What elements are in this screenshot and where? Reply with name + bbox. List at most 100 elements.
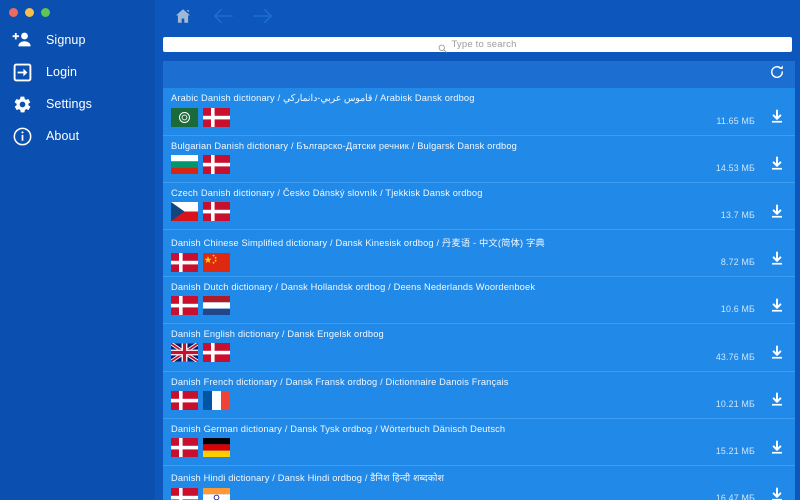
close-button[interactable] [9, 7, 18, 17]
download-icon [769, 439, 785, 461]
sidebar-item-about[interactable]: About [0, 120, 155, 152]
download-button[interactable] [767, 392, 787, 413]
row-flags [171, 296, 795, 316]
table-row[interactable]: Danish German dictionary / Dansk Tysk or… [163, 417, 795, 465]
flag-czech [171, 201, 198, 221]
minimize-button[interactable] [25, 7, 34, 17]
row-title: Czech Danish dictionary / Česko Dánský s… [171, 187, 483, 198]
dictionary-list: Arabic Danish dictionary / قاموس عربي-دا… [163, 87, 795, 500]
row-size: 15.21 MБ [715, 446, 755, 457]
row-flags [171, 343, 795, 363]
table-row[interactable]: Danish French dictionary / Dansk Fransk … [163, 370, 795, 418]
row-size: 13.7 MБ [720, 210, 755, 221]
flag-denmark [203, 343, 230, 363]
panel-header [163, 60, 795, 88]
flag-denmark [171, 296, 198, 316]
flag-denmark [171, 253, 198, 273]
download-icon [769, 487, 785, 500]
flag-netherlands [203, 296, 230, 316]
download-button[interactable] [767, 109, 787, 130]
row-size: 43.76 MБ [715, 351, 755, 362]
row-flags [171, 390, 795, 410]
sidebar-nav: Signup Login Settings About [0, 24, 155, 152]
row-size: 10.21 MБ [715, 398, 755, 409]
sidebar-item-settings[interactable]: Settings [0, 88, 155, 120]
refresh-icon [769, 64, 785, 85]
sidebar-item-label: Signup [46, 33, 86, 47]
flag-france [203, 390, 230, 410]
row-flags [171, 253, 795, 273]
table-row[interactable]: Danish Chinese Simplified dictionary / D… [163, 229, 795, 276]
row-size: 14.53 MБ [715, 162, 755, 173]
flag-uk [171, 343, 198, 363]
row-title: Bulgarian Danish dictionary / Българско-… [171, 140, 517, 151]
flag-bulgaria [171, 154, 198, 174]
search-placeholder: Type to search [451, 38, 517, 50]
flag-denmark [171, 488, 198, 500]
home-icon [174, 7, 192, 30]
download-button[interactable] [767, 345, 787, 366]
row-size: 11.65 MБ [716, 115, 755, 126]
download-icon [769, 345, 785, 366]
navigation-toolbar [155, 0, 800, 32]
row-size: 8.72 MБ [720, 257, 755, 268]
sidebar: Signup Login Settings About [0, 0, 155, 500]
download-button[interactable] [767, 156, 787, 177]
row-title: Danish French dictionary / Dansk Fransk … [171, 376, 509, 387]
person-add-icon [12, 30, 32, 50]
zoom-button[interactable] [41, 7, 50, 17]
download-button[interactable] [767, 204, 787, 224]
sidebar-item-signup[interactable]: Signup [0, 24, 155, 56]
flag-arab-league [171, 107, 198, 127]
sidebar-item-login[interactable]: Login [0, 56, 155, 88]
app-window: Signup Login Settings About Type to sear… [0, 0, 800, 500]
download-button[interactable] [767, 251, 787, 271]
main-area: Type to search Arabic Danish dictionary … [155, 0, 800, 500]
flag-denmark [171, 390, 198, 410]
flag-denmark [203, 154, 230, 174]
table-row[interactable]: Bulgarian Danish dictionary / Българско-… [163, 134, 795, 182]
refresh-button[interactable] [768, 65, 786, 83]
row-title: Arabic Danish dictionary / قاموس عربي-دا… [171, 92, 475, 103]
table-row[interactable]: Danish Hindi dictionary / Dansk Hindi or… [163, 465, 795, 500]
window-controls [0, 0, 155, 18]
download-button[interactable] [767, 487, 787, 500]
row-title: Danish Dutch dictionary / Dansk Hollands… [171, 282, 536, 293]
download-button[interactable] [767, 298, 787, 318]
row-title: Danish Chinese Simplified dictionary / D… [171, 238, 545, 249]
table-row[interactable]: Danish English dictionary / Dansk Engels… [163, 323, 795, 370]
sidebar-item-label: Login [46, 65, 78, 79]
row-title: Danish English dictionary / Dansk Engels… [171, 329, 384, 340]
flag-denmark [203, 107, 230, 127]
forward-button[interactable] [251, 6, 275, 30]
row-flags [171, 154, 795, 174]
row-flags [171, 488, 795, 500]
table-row[interactable]: Danish Dutch dictionary / Dansk Hollands… [163, 276, 795, 323]
flag-denmark [203, 201, 230, 221]
info-circle-icon [12, 126, 32, 146]
table-row[interactable]: Arabic Danish dictionary / قاموس عربي-دا… [163, 88, 795, 135]
sidebar-item-label: About [46, 129, 80, 143]
home-button[interactable] [171, 6, 195, 30]
gear-icon [12, 94, 32, 114]
flag-india [203, 488, 230, 500]
arrow-left-icon [213, 7, 233, 30]
download-icon [769, 109, 785, 130]
row-flags [171, 107, 795, 127]
dictionary-panel: Arabic Danish dictionary / قاموس عربي-دا… [163, 60, 795, 500]
flag-denmark [171, 437, 198, 457]
row-title: Danish Hindi dictionary / Dansk Hindi or… [171, 473, 445, 484]
flag-china [203, 253, 230, 273]
download-icon [769, 392, 785, 413]
search-row: Type to search [155, 32, 800, 56]
download-icon [769, 156, 785, 177]
download-button[interactable] [767, 439, 787, 461]
table-row[interactable]: Czech Danish dictionary / Česko Dánský s… [163, 181, 795, 229]
back-button[interactable] [211, 6, 235, 30]
row-title: Danish German dictionary / Dansk Tysk or… [171, 423, 506, 434]
row-size: 16.47 MБ [715, 493, 755, 500]
row-flags [171, 437, 795, 457]
flag-germany [203, 437, 230, 457]
arrow-right-icon [253, 7, 273, 30]
search-input[interactable]: Type to search [163, 36, 792, 53]
